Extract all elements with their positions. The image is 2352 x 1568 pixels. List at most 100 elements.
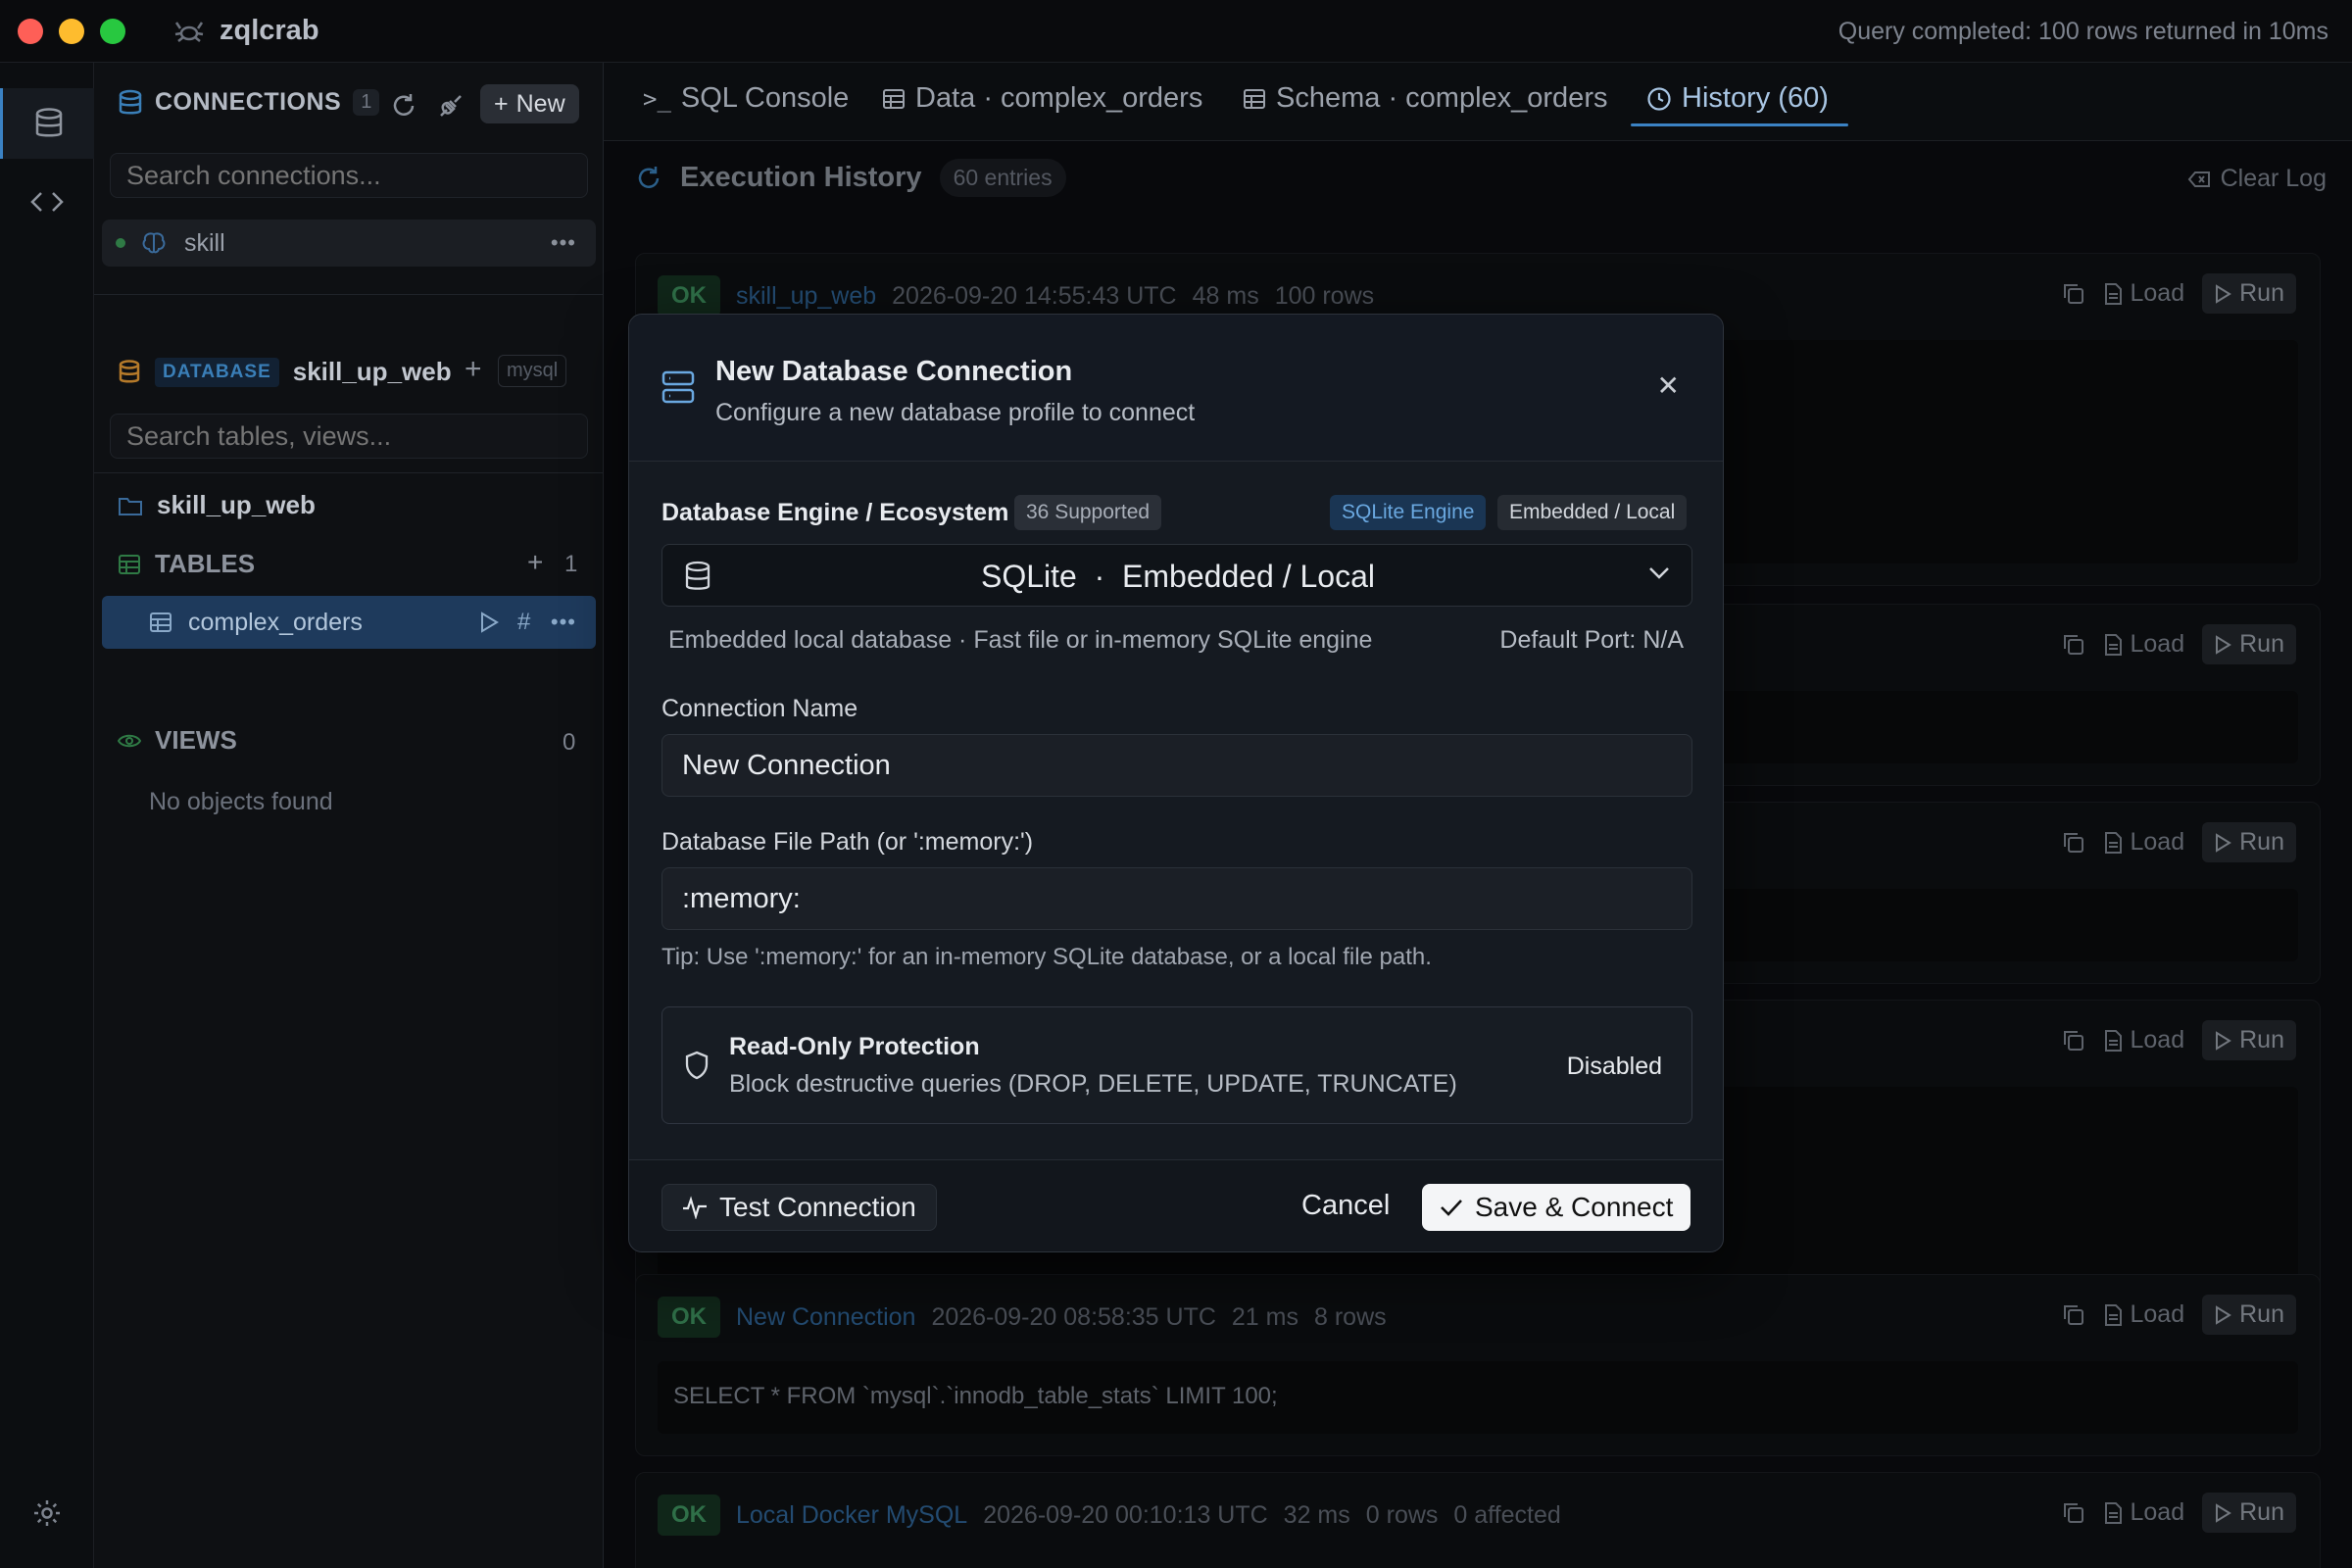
- new-connection-button[interactable]: + New: [480, 84, 579, 123]
- crab-logo-icon: [172, 19, 206, 44]
- add-table-button[interactable]: +: [527, 547, 543, 578]
- database-icon: [35, 108, 62, 137]
- gear-icon: [34, 1500, 60, 1526]
- new-connection-dialog: New Database Connection Configure a new …: [628, 314, 1724, 1252]
- more-options-icon[interactable]: •••: [551, 610, 576, 635]
- database-activity-button[interactable]: [0, 88, 94, 159]
- database-name: skill_up_web: [292, 357, 452, 386]
- tab-data[interactable]: Data · complex_orders: [882, 82, 1202, 115]
- clock-icon: [1647, 86, 1671, 111]
- minimize-window-button[interactable]: [59, 18, 84, 44]
- tables-section-header[interactable]: TABLES: [118, 549, 255, 579]
- activity-icon: [683, 1196, 707, 1219]
- app-name: zqlcrab: [220, 15, 319, 46]
- active-tab-indicator: [1631, 123, 1848, 126]
- status-message: Query completed: 100 rows returned in 10…: [1838, 18, 2328, 45]
- connection-name-label: Connection Name: [662, 695, 858, 722]
- settings-button[interactable]: [0, 1478, 94, 1548]
- schema-item[interactable]: skill_up_web: [118, 490, 316, 520]
- brain-icon: [142, 232, 166, 254]
- connection-label: skill: [184, 228, 225, 257]
- tables-title: TABLES: [155, 549, 256, 578]
- play-icon[interactable]: [478, 611, 500, 634]
- dialog-header: New Database Connection Configure a new …: [629, 315, 1723, 462]
- tables-count: 1: [564, 551, 578, 577]
- code-activity-button[interactable]: [0, 167, 94, 237]
- check-icon: [1441, 1200, 1462, 1216]
- zoom-window-button[interactable]: [100, 18, 125, 44]
- plug-button[interactable]: [437, 92, 466, 122]
- connection-name-input[interactable]: [662, 734, 1692, 797]
- eye-icon: [118, 734, 141, 747]
- dialog-title: New Database Connection: [715, 356, 1073, 387]
- shield-icon: [685, 1051, 709, 1080]
- default-port: Default Port: N/A: [1499, 626, 1684, 654]
- add-database-button[interactable]: +: [465, 353, 482, 386]
- search-connections-input[interactable]: [110, 153, 588, 198]
- test-connection-button[interactable]: Test Connection: [662, 1184, 937, 1231]
- new-connection-label: New: [515, 89, 565, 118]
- sidebar: CONNECTIONS 1 + New skill ••• DATABASE s…: [94, 63, 604, 1568]
- table-icon: [883, 88, 905, 109]
- database-icon: [119, 89, 142, 114]
- views-title: VIEWS: [155, 725, 237, 755]
- connections-title: CONNECTIONS: [155, 88, 342, 116]
- close-window-button[interactable]: [18, 18, 43, 44]
- tab-bar: >_ SQL Console Data · complex_orders Sch…: [604, 63, 2352, 141]
- table-icon: [119, 554, 140, 574]
- database-header: DATABASE skill_up_web: [118, 357, 452, 387]
- file-path-tip: Tip: Use ':memory:' for an in-memory SQL…: [662, 944, 1432, 970]
- test-connection-label: Test Connection: [719, 1192, 916, 1222]
- refresh-button[interactable]: [390, 92, 419, 122]
- engine-selected-value: SQLite · Embedded / Local: [981, 559, 1375, 594]
- tab-label: Schema · complex_orders: [1276, 82, 1608, 114]
- supported-badge: 36 Supported: [1014, 495, 1162, 530]
- read-only-title: Read-Only Protection: [729, 1033, 980, 1060]
- table-icon: [150, 612, 172, 632]
- connection-status-dot: [116, 238, 125, 248]
- engine-select[interactable]: SQLite · Embedded / Local: [662, 544, 1692, 607]
- tab-label: SQL Console: [680, 82, 850, 114]
- code-icon: [30, 192, 64, 212]
- empty-state: No objects found: [149, 788, 333, 815]
- save-connect-button[interactable]: Save & Connect: [1422, 1184, 1691, 1231]
- views-count: 0: [563, 729, 576, 756]
- divider: [94, 472, 604, 473]
- file-path-input[interactable]: [662, 867, 1692, 930]
- divider: [94, 294, 604, 295]
- read-only-description: Block destructive queries (DROP, DELETE,…: [729, 1070, 1457, 1098]
- folder-icon: [119, 497, 142, 515]
- tab-label: History (60): [1682, 82, 1829, 114]
- activity-bar: [0, 63, 94, 1568]
- title-bar: zqlcrab Query completed: 100 rows return…: [0, 0, 2352, 63]
- database-engine-tag: mysql: [498, 355, 567, 387]
- tab-sql-console[interactable]: >_ SQL Console: [643, 82, 849, 115]
- terminal-icon: >_: [643, 84, 671, 113]
- more-options-icon[interactable]: •••: [551, 230, 576, 256]
- refresh-icon: [393, 94, 415, 116]
- views-section-header[interactable]: VIEWS: [118, 725, 237, 756]
- table-item-complex-orders[interactable]: complex_orders # •••: [102, 596, 596, 649]
- table-icon: [1244, 88, 1265, 109]
- connection-item-skill[interactable]: skill •••: [102, 220, 596, 267]
- connections-header: CONNECTIONS 1: [118, 88, 380, 117]
- save-connect-label: Save & Connect: [1475, 1192, 1674, 1222]
- schema-name: skill_up_web: [157, 490, 316, 519]
- read-only-toggle[interactable]: Read-Only Protection Block destructive q…: [662, 1006, 1692, 1124]
- dialog-subtitle: Configure a new database profile to conn…: [715, 399, 1196, 426]
- database-icon: [119, 359, 140, 382]
- read-only-state: Disabled: [1566, 1053, 1662, 1080]
- chevron-down-icon: [1649, 567, 1669, 579]
- engine-type-tag: Embedded / Local: [1497, 495, 1688, 530]
- tab-label: Data · complex_orders: [915, 82, 1203, 114]
- hash-icon[interactable]: #: [517, 609, 530, 636]
- tab-history[interactable]: History (60): [1646, 82, 1829, 115]
- server-icon: [662, 370, 695, 404]
- table-name: complex_orders: [188, 608, 363, 636]
- plus-icon: +: [494, 89, 509, 118]
- tab-schema[interactable]: Schema · complex_orders: [1243, 82, 1607, 115]
- cancel-button[interactable]: Cancel: [1301, 1190, 1390, 1222]
- close-icon[interactable]: ✕: [1657, 369, 1680, 402]
- file-path-label: Database File Path (or ':memory:'): [662, 828, 1034, 856]
- search-tables-input[interactable]: [110, 414, 588, 459]
